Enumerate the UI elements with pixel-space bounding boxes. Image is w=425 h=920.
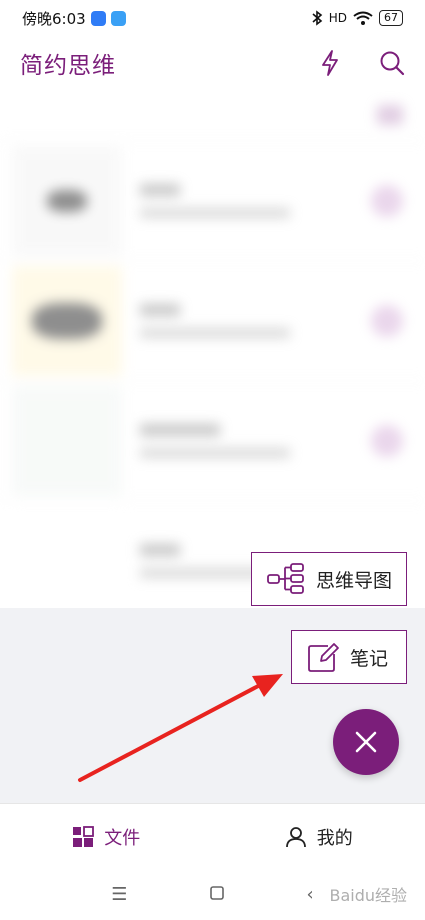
file-row [0,380,425,500]
back-icon[interactable]: ‹ [307,884,314,905]
header-actions [317,50,405,76]
tab-files[interactable]: 文件 [0,804,213,869]
file-thumbnail [12,505,122,608]
new-note-label: 笔记 [350,647,389,670]
mind-map-icon [267,563,304,594]
more-icon [371,424,403,457]
file-thumbnail [12,145,122,256]
app-header: 简约思维 [0,36,425,90]
file-row [0,260,425,380]
file-list [0,90,425,608]
new-note-button[interactable]: 笔记 [291,630,407,684]
more-icon [371,304,403,337]
new-mind-map-button[interactable]: 思维导图 [251,552,407,606]
bottom-nav: 文件 我的 [0,803,425,869]
tab-files-label: 文件 [104,827,141,849]
message-notification-icon [110,10,126,26]
status-bar: 傍晚6:03 HD 67 [0,0,425,36]
file-row [0,140,425,260]
network-label: HD [328,11,347,25]
status-right: HD 67 [311,10,403,26]
wifi-icon [353,11,373,25]
status-time: 傍晚6:03 [22,9,86,28]
tab-mine-label: 我的 [316,827,353,849]
app-title: 简约思维 [20,53,116,79]
search-icon[interactable] [379,50,405,76]
close-fab-button[interactable] [333,709,399,775]
person-icon [285,826,306,847]
battery-indicator: 67 [379,10,403,26]
lightning-icon[interactable] [317,50,343,76]
tab-mine[interactable]: 我的 [213,804,425,869]
menu-icon[interactable]: ☰ [111,884,127,905]
grid-icon [73,825,95,847]
sort-icon [377,105,403,125]
close-icon [355,731,377,753]
new-mind-map-label: 思维导图 [316,569,393,592]
bluetooth-icon [312,10,323,26]
home-icon[interactable] [210,884,224,905]
file-thumbnail [12,385,122,496]
file-thumbnail [12,265,122,376]
watermark: Baidu经验 [329,886,407,905]
breadcrumb [0,90,425,140]
bluetooth-notification-icon [90,10,106,26]
edit-note-icon [308,643,339,672]
more-icon [371,184,403,217]
